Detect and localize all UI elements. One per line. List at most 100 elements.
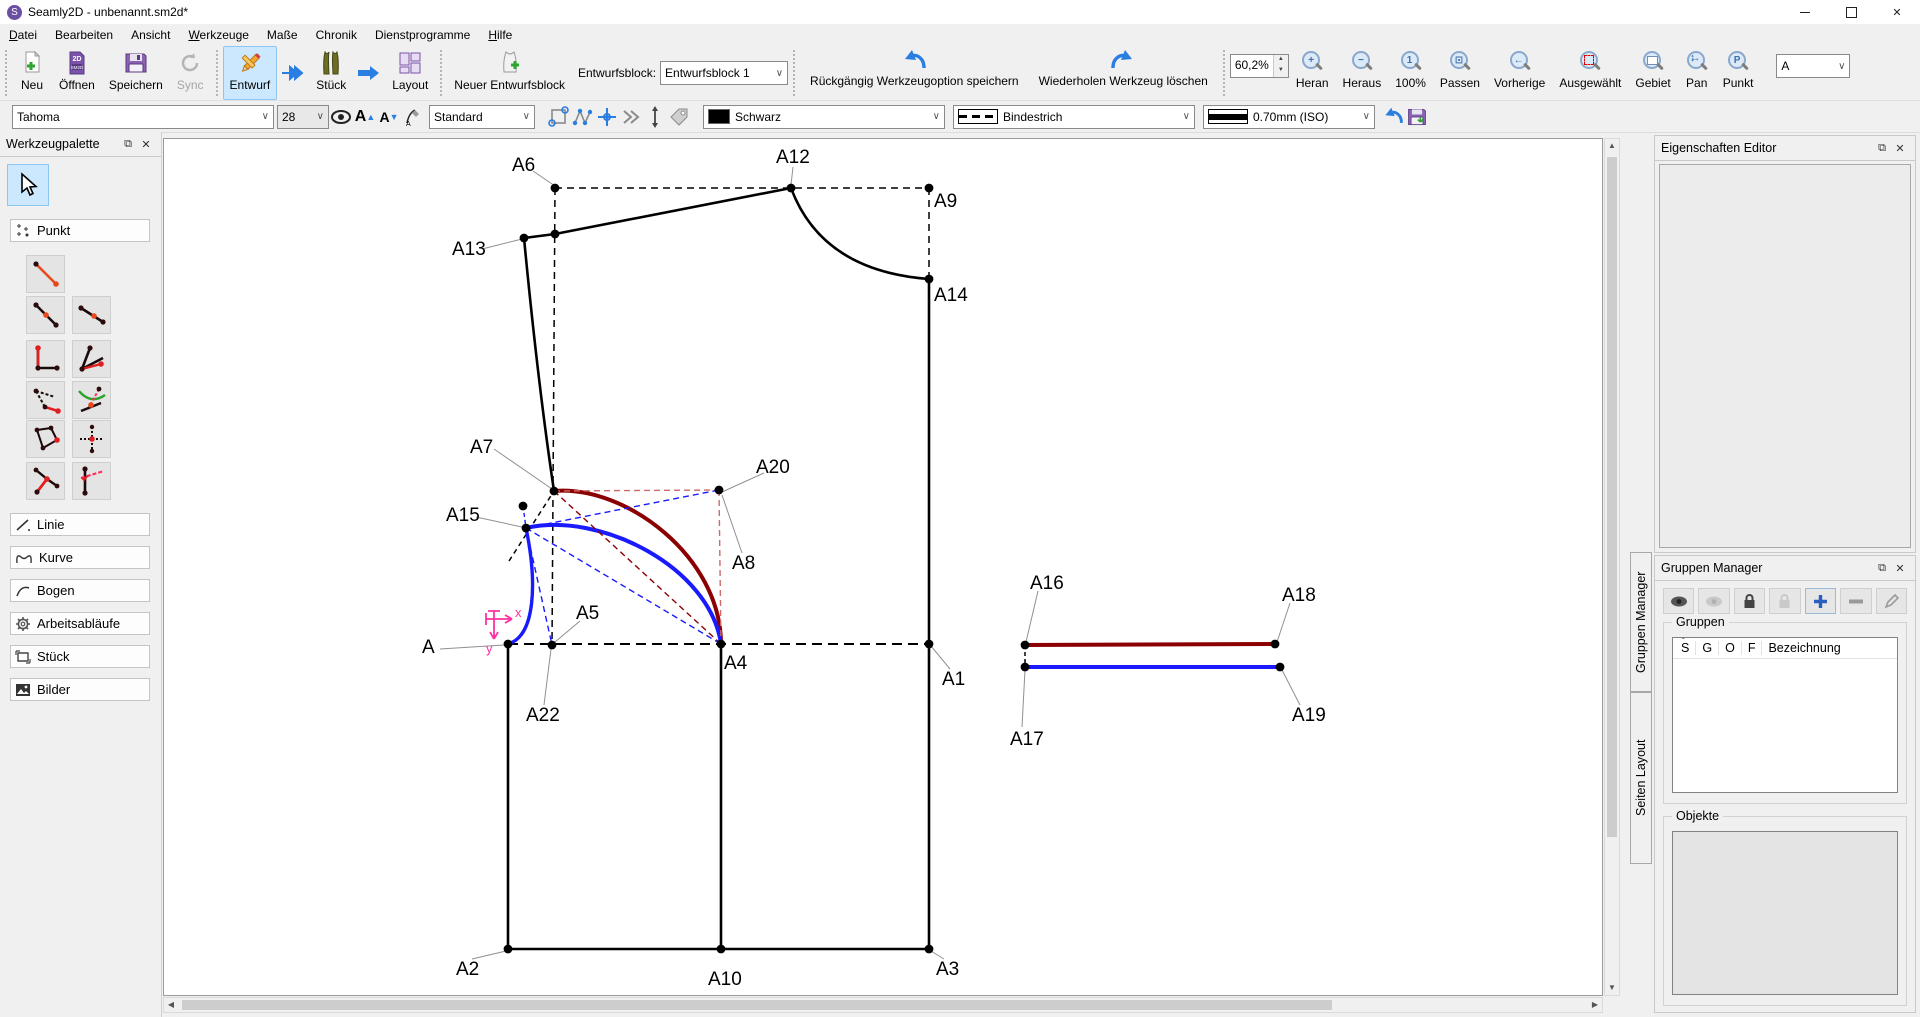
groups-list[interactable]: ˆS G O F Bezeichnung (1672, 637, 1898, 793)
pan-button[interactable]: ↔ ↕ Pan (1678, 46, 1716, 100)
reset-line-options-button[interactable] (1381, 105, 1405, 129)
pattern-segment[interactable] (471, 950, 507, 960)
pattern-segment[interactable] (1021, 669, 1026, 728)
menu-chronik[interactable]: Chronik (307, 25, 366, 45)
tool-shoulder-point[interactable] (26, 381, 65, 419)
decrease-label-size-button[interactable]: A ▼ (377, 105, 401, 129)
line-width-combobox[interactable]: 0.70mm (ISO) ∨ (1203, 104, 1375, 129)
groups-list-header[interactable]: ˆS G O F Bezeichnung (1673, 637, 1897, 659)
point-A[interactable] (503, 639, 513, 649)
float-panel-icon[interactable]: ⧉ (1873, 562, 1891, 575)
tool-point-at-distance-angle[interactable] (26, 255, 65, 293)
label-tag-button[interactable] (667, 105, 691, 129)
menu-datei[interactable]: Datei (0, 25, 46, 45)
add-group-button[interactable] (1804, 588, 1837, 614)
zoom-point-button[interactable]: P Punkt (1716, 46, 1761, 100)
pattern-segment[interactable] (1276, 602, 1291, 643)
save-button[interactable]: Speichern (102, 46, 170, 100)
show-group-button[interactable] (1663, 588, 1695, 614)
pattern-segment[interactable] (721, 494, 743, 554)
point-A9[interactable] (924, 183, 934, 193)
point-A6[interactable] (550, 183, 560, 193)
point-A13[interactable] (519, 233, 529, 243)
show-labels-button[interactable] (329, 105, 353, 129)
point-label-A10[interactable]: A10 (708, 969, 742, 991)
point-name-combobox[interactable]: A ∨ (1776, 54, 1851, 78)
section-stueck[interactable]: Stück (10, 645, 150, 668)
minimize-button[interactable] (1782, 0, 1828, 24)
point-A19[interactable] (1275, 662, 1285, 672)
tool-point-on-perpendicular[interactable] (26, 462, 65, 500)
point-A17[interactable] (1020, 662, 1030, 672)
point-label-A9[interactable]: A9 (934, 191, 957, 213)
zoom-area-button[interactable]: Gebiet (1628, 46, 1677, 100)
point-label-A4[interactable]: A4 (724, 653, 747, 675)
section-kurve[interactable]: Kurve (10, 546, 150, 569)
point-A14[interactable] (924, 274, 934, 284)
zoom-100-button[interactable]: 1 100% (1388, 46, 1433, 100)
new-button[interactable]: Neu (12, 46, 52, 100)
section-punkt[interactable]: Punkt (10, 219, 150, 242)
pattern-segment[interactable] (481, 238, 523, 250)
point-A7[interactable] (549, 486, 559, 496)
tool-perpendicular-point[interactable] (26, 340, 65, 378)
point-label-A13[interactable]: A13 (452, 239, 486, 261)
float-panel-icon[interactable]: ⧉ (1873, 142, 1891, 155)
snap-target-button[interactable] (595, 105, 619, 129)
pattern-segment[interactable] (488, 610, 500, 640)
menu-dienstprogramme[interactable]: Dienstprogramme (366, 25, 479, 45)
show-piece-nodes-button[interactable] (547, 105, 571, 129)
line-color-combobox[interactable]: Schwarz ∨ (703, 104, 945, 129)
pattern-segment[interactable] (507, 527, 535, 646)
horizontal-scroll-thumb[interactable] (182, 1000, 1332, 1010)
zoom-in-button[interactable]: + Heran (1289, 46, 1336, 100)
pattern-segment[interactable] (525, 489, 720, 529)
select-tool-button[interactable] (7, 164, 49, 206)
pattern-segment[interactable] (532, 170, 556, 187)
hide-group-button[interactable] (1698, 588, 1730, 614)
point-label-y[interactable]: y (486, 641, 493, 656)
lock-group-button[interactable] (1733, 588, 1766, 614)
close-button[interactable]: ✕ (1874, 0, 1920, 24)
close-panel-icon[interactable]: ✕ (137, 138, 155, 151)
objects-list[interactable] (1672, 831, 1898, 995)
draft-block-combobox[interactable]: Entwurfsblock 1 ∨ (660, 61, 789, 85)
point-label-A2[interactable]: A2 (456, 959, 479, 981)
font-size-combobox[interactable]: 28 ∨ (277, 104, 329, 129)
zoom-out-button[interactable]: − Heraus (1336, 46, 1389, 100)
remove-group-button[interactable] (1840, 588, 1872, 614)
pattern-segment[interactable] (439, 644, 505, 650)
section-linie[interactable]: Linie (10, 513, 150, 536)
point-A3[interactable] (924, 944, 934, 954)
pattern-segment[interactable] (1024, 642, 1276, 647)
point-label-A12[interactable]: A12 (776, 147, 810, 169)
interactive-mode-button[interactable] (619, 105, 643, 129)
pattern-segment[interactable] (493, 448, 553, 490)
point-A20-A8[interactable] (714, 485, 724, 495)
scroll-down-icon[interactable]: ▼ (1605, 981, 1619, 995)
point-A12[interactable] (786, 183, 796, 193)
point-label-A8[interactable]: A8 (732, 553, 755, 575)
point-A15[interactable] (521, 523, 531, 533)
point-A4[interactable] (716, 639, 726, 649)
point-A2[interactable] (503, 944, 513, 954)
pattern-segment[interactable] (789, 187, 930, 281)
point-ctrl-node[interactable] (518, 501, 528, 511)
font-combobox[interactable]: Tahoma ∨ (12, 104, 274, 129)
tool-triangle-point[interactable] (26, 420, 65, 458)
point-label-A7[interactable]: A7 (470, 437, 493, 459)
pattern-segment[interactable] (1281, 669, 1301, 706)
label-style-combobox[interactable]: Standard ∨ (429, 104, 535, 129)
tool-point-along-line-2[interactable] (72, 296, 111, 334)
tool-point-of-contact[interactable] (72, 381, 111, 419)
drawing-canvas[interactable]: A6 A12 A9 A13 A14 A7 A20 A8 A15 A5 A A4 A1 A22 A2 A10 A3… (163, 138, 1603, 996)
edit-label-template-button[interactable]: A (401, 105, 425, 129)
mode-layout-button[interactable]: Layout (385, 46, 435, 100)
pattern-segment[interactable] (1025, 590, 1039, 643)
zoom-spinbox[interactable]: 60,2% ▲ ▼ (1229, 54, 1289, 78)
point-label-x[interactable]: x (515, 605, 522, 620)
mode-piece-button[interactable]: Stück (309, 46, 353, 100)
section-arbeitsablaeufe[interactable]: Arbeitsabläufe (10, 612, 150, 635)
point-label-A1[interactable]: A1 (942, 669, 965, 691)
point-A1[interactable] (924, 639, 934, 649)
